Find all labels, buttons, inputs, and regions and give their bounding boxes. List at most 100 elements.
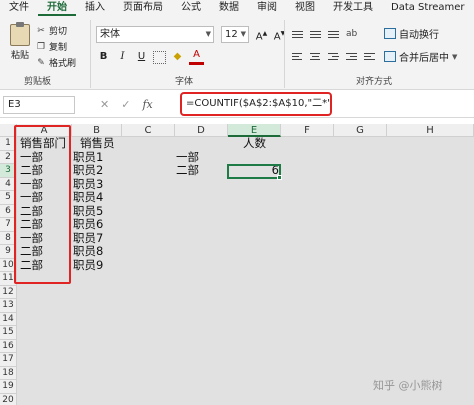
tab-formulas[interactable]: 公式 xyxy=(172,0,210,16)
row-header[interactable]: 12 xyxy=(0,285,17,299)
fill-color-icon[interactable]: ◆ xyxy=(170,49,185,65)
row-header[interactable]: 13 xyxy=(0,299,17,313)
merge-center-button[interactable]: 合并后居中 ▼ xyxy=(384,49,457,64)
align-left-icon[interactable] xyxy=(290,48,305,64)
copy-icon: ❐ xyxy=(36,41,46,52)
formula-input[interactable]: =COUNTIF($A$2:$A$10,"二*") xyxy=(180,92,332,116)
font-color-icon[interactable]: A xyxy=(189,49,204,65)
brush-icon: ✎ xyxy=(37,57,45,68)
cell-b1[interactable]: 销售员 xyxy=(80,136,115,151)
active-cell-indicator xyxy=(227,163,281,179)
tab-data-streamer[interactable]: Data Streamer xyxy=(382,0,474,16)
font-size-buttons: A▲ A▼ xyxy=(254,26,287,42)
alignment-buttons: ab xyxy=(290,26,377,70)
chevron-down-icon: ▼ xyxy=(205,30,211,38)
wrap-text-label: 自动换行 xyxy=(399,30,439,41)
tab-page-layout[interactable]: 页面布局 xyxy=(114,0,172,16)
align-top-icon[interactable] xyxy=(290,26,305,42)
column-header-f[interactable]: F xyxy=(281,124,334,137)
cell-b8[interactable]: 职员7 xyxy=(73,231,103,246)
clipboard-group-label: 剪贴板 xyxy=(24,77,52,87)
tab-insert[interactable]: 插入 xyxy=(76,0,114,16)
align-bottom-icon[interactable] xyxy=(326,26,341,42)
font-group-label: 字体 xyxy=(175,77,194,87)
confirm-icon[interactable]: ✓ xyxy=(121,96,130,114)
cell-e1[interactable]: 人数 xyxy=(228,136,281,151)
outdent-icon[interactable] xyxy=(362,48,377,64)
cell-b6[interactable]: 职员5 xyxy=(73,204,103,219)
align-right-icon[interactable] xyxy=(326,48,341,64)
formula-bar-icons: ✕ ✓ fx xyxy=(100,96,153,114)
row-header[interactable]: 17 xyxy=(0,353,17,367)
tab-view[interactable]: 视图 xyxy=(286,0,324,16)
watermark: 知乎 @小熊树 xyxy=(373,379,443,392)
borders-icon[interactable] xyxy=(153,50,166,64)
tab-review[interactable]: 审阅 xyxy=(248,0,286,16)
fill-handle[interactable] xyxy=(277,175,282,180)
formula-bar: E3 ✕ ✓ fx =COUNTIF($A$2:$A$10,"二*") xyxy=(0,92,474,118)
cut-button[interactable]: ✂ 剪切 xyxy=(36,24,68,38)
tab-developer[interactable]: 开发工具 xyxy=(324,0,382,16)
cut-label: 剪切 xyxy=(49,27,68,37)
paste-icon xyxy=(10,22,30,46)
increase-font-icon[interactable]: A▲ xyxy=(254,26,269,42)
format-painter-button[interactable]: ✎ 格式刷 xyxy=(36,56,77,70)
cancel-icon[interactable]: ✕ xyxy=(100,96,109,114)
align-center-icon[interactable] xyxy=(308,48,323,64)
column-header-d[interactable]: D xyxy=(175,124,228,137)
row-header[interactable]: 20 xyxy=(0,393,17,405)
insert-function-icon[interactable]: fx xyxy=(142,96,152,114)
format-painter-label: 格式刷 xyxy=(49,59,77,69)
tab-home[interactable]: 开始 xyxy=(38,0,76,16)
cell-d3[interactable]: 二部 xyxy=(176,163,199,178)
cell-b5[interactable]: 职员4 xyxy=(73,190,103,205)
column-header-c[interactable]: C xyxy=(122,124,175,137)
cell-b10[interactable]: 职员9 xyxy=(73,258,103,273)
paste-label: 粘贴 xyxy=(10,51,29,61)
row-header[interactable]: 16 xyxy=(0,339,17,353)
cell-b3[interactable]: 职员2 xyxy=(73,163,103,178)
cell-b9[interactable]: 职员8 xyxy=(73,244,103,259)
row-header[interactable]: 14 xyxy=(0,312,17,326)
row-header[interactable]: 15 xyxy=(0,326,17,340)
font-family-value: 宋体 xyxy=(100,29,120,40)
indent-icon[interactable] xyxy=(344,48,359,64)
gridline xyxy=(387,137,388,405)
ribbon-home: 粘贴 ✂ 剪切 ❐ 复制 ✎ 格式刷 剪贴板 宋体 ▼ 12 ▼ A▲ A▼ B… xyxy=(0,16,474,90)
cell-b7[interactable]: 职员6 xyxy=(73,217,103,232)
ribbon-tabs: 文件 开始 插入 页面布局 公式 数据 审阅 视图 开发工具 Data Stre… xyxy=(0,0,474,16)
column-header-g[interactable]: G xyxy=(334,124,387,137)
scissors-icon: ✂ xyxy=(37,25,45,36)
chevron-down-icon: ▼ xyxy=(240,30,246,38)
gridline xyxy=(334,137,335,405)
cell-b2[interactable]: 职员1 xyxy=(73,150,103,165)
copy-label: 复制 xyxy=(49,43,68,53)
tab-file[interactable]: 文件 xyxy=(0,0,38,16)
highlight-box xyxy=(14,125,71,284)
name-box[interactable]: E3 xyxy=(3,96,75,114)
cell-d2[interactable]: 一部 xyxy=(176,150,199,165)
wrap-text-button[interactable]: 自动换行 xyxy=(384,26,439,41)
alignment-group-label: 对齐方式 xyxy=(356,77,393,87)
orientation-icon[interactable]: ab xyxy=(344,26,359,42)
italic-icon[interactable]: I xyxy=(115,49,130,65)
merge-cells-icon xyxy=(384,51,396,62)
column-header-h[interactable]: H xyxy=(387,124,474,137)
font-style-buttons: B I U ◆ A xyxy=(96,49,204,65)
bold-icon[interactable]: B xyxy=(96,49,111,65)
merge-center-label: 合并后居中 xyxy=(399,53,449,64)
group-divider xyxy=(90,20,91,88)
row-header[interactable]: 18 xyxy=(0,366,17,380)
row-header[interactable]: 19 xyxy=(0,380,17,394)
wrap-text-icon xyxy=(384,28,396,39)
tab-data[interactable]: 数据 xyxy=(210,0,248,16)
underline-icon[interactable]: U xyxy=(134,49,149,65)
chevron-down-icon[interactable]: ▼ xyxy=(452,53,457,61)
font-family-select[interactable]: 宋体 ▼ xyxy=(96,26,214,43)
font-size-select[interactable]: 12 ▼ xyxy=(221,26,249,43)
gridline xyxy=(122,137,123,405)
copy-button[interactable]: ❐ 复制 xyxy=(36,40,68,54)
paste-button[interactable]: 粘贴 xyxy=(6,22,34,64)
cell-b4[interactable]: 职员3 xyxy=(73,177,103,192)
align-middle-icon[interactable] xyxy=(308,26,323,42)
